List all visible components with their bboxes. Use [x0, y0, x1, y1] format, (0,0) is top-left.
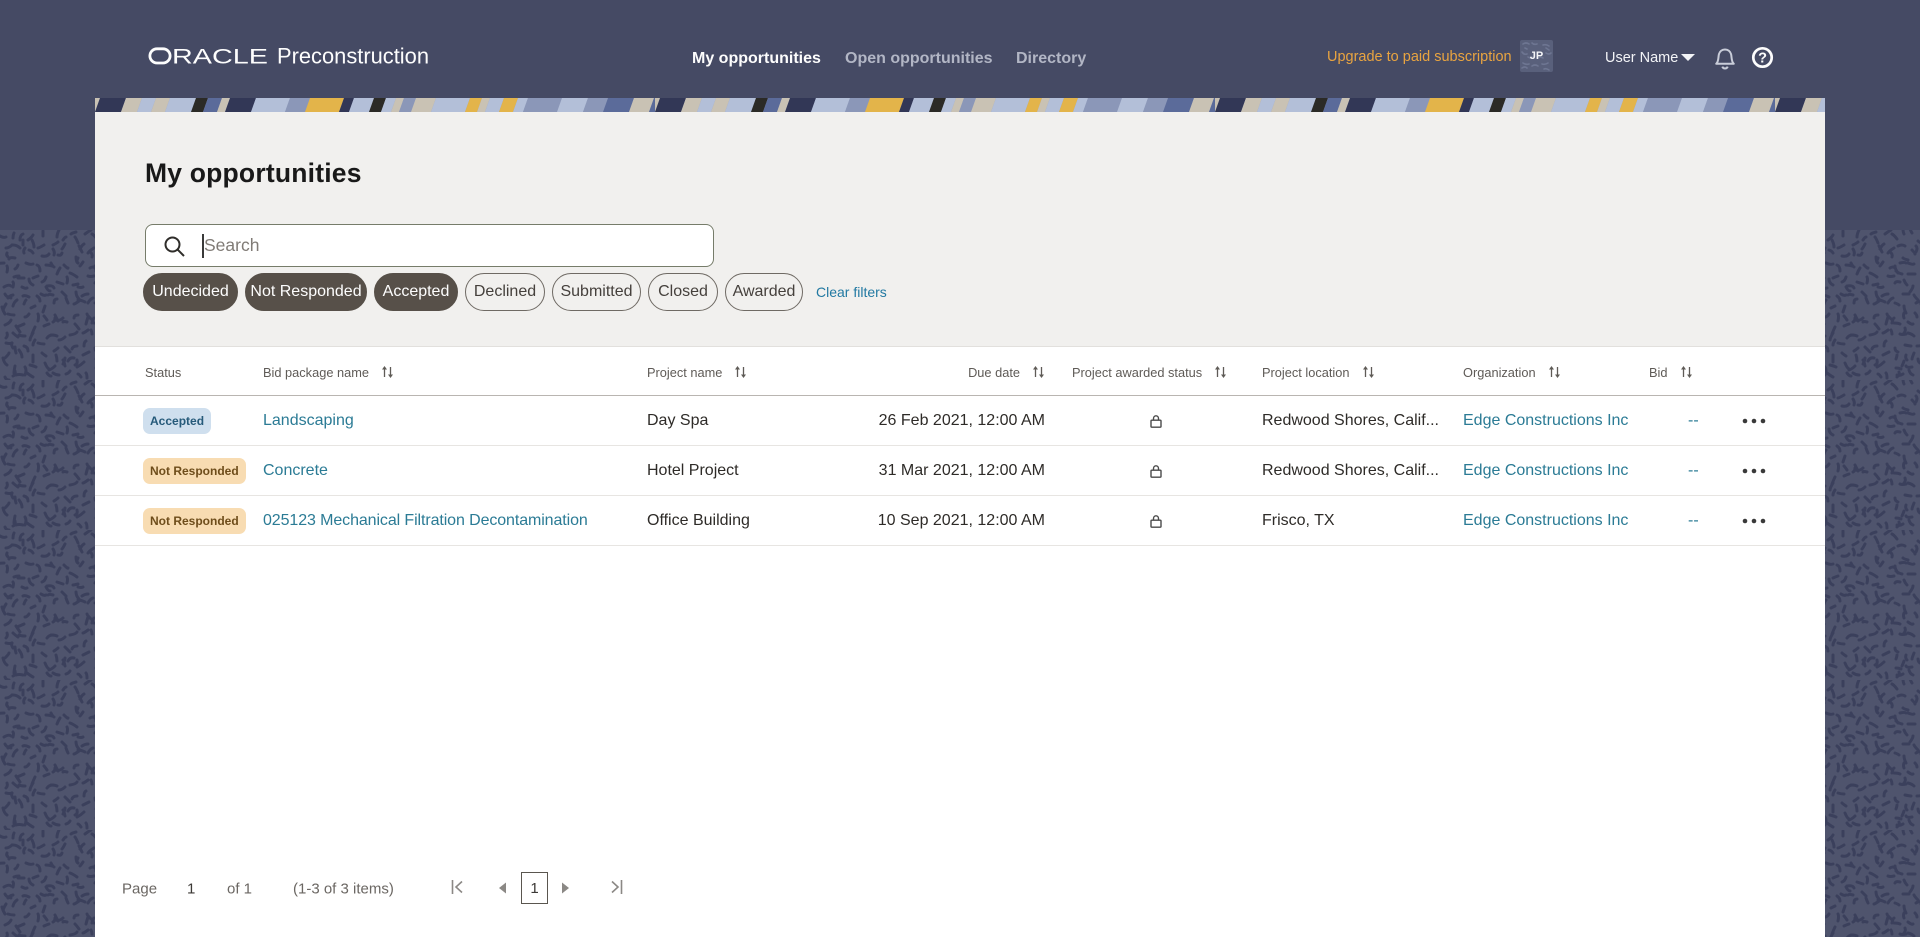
svg-text:RACLE: RACLE	[172, 46, 268, 69]
svg-text:?: ?	[1758, 51, 1767, 67]
svg-text:Preconstruction: Preconstruction	[277, 44, 429, 69]
